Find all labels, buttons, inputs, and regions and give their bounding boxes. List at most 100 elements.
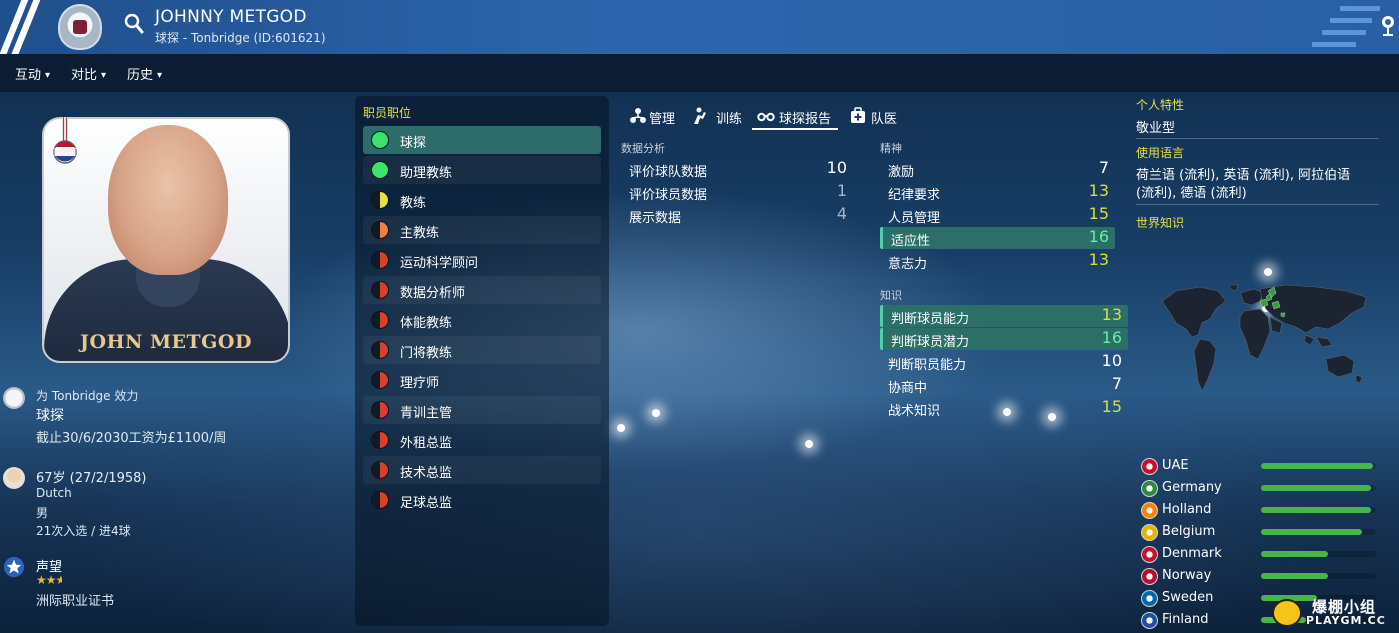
role-item[interactable]: 运动科学顾问 [363, 246, 601, 274]
role-label: 青训主管 [400, 406, 453, 421]
nation-flag-icon [1141, 480, 1158, 497]
attribute-name: 人员管理 [888, 211, 941, 226]
attribute-value: 15 [1088, 204, 1109, 223]
role-item[interactable]: 理疗师 [363, 366, 601, 394]
role-suitability-icon [371, 161, 389, 179]
attribute-row[interactable]: 判断球员能力 13 [880, 305, 1128, 327]
traits-label: 个人特性 [1136, 98, 1185, 112]
title-bar: JOHNNY METGOD 球探 - Tonbridge (ID:601621) [0, 0, 1399, 54]
club-crest-icon[interactable] [58, 4, 102, 50]
role-suitability-icon [371, 191, 389, 209]
role-label: 运动科学顾问 [400, 256, 479, 271]
attribute-name: 评价球队数据 [629, 165, 708, 180]
nation-row[interactable]: Denmark [1138, 544, 1383, 566]
role-item[interactable]: 数据分析师 [363, 276, 601, 304]
nation-flag-icon [1141, 546, 1158, 563]
nation-row[interactable]: UAE [1138, 456, 1383, 478]
role-label: 技术总监 [400, 466, 453, 481]
award-icon[interactable] [1379, 14, 1397, 38]
attribute-name: 判断职员能力 [888, 358, 967, 373]
attribute-row[interactable]: 激励 7 [880, 158, 1115, 180]
role-label: 教练 [400, 196, 427, 211]
role-suitability-icon [371, 401, 389, 419]
watermark-logo [1272, 599, 1302, 627]
languages-line-2: (流利), 德语 (流利) [1136, 186, 1247, 201]
tab-training[interactable]: 训练 [692, 106, 746, 132]
attribute-row[interactable]: 协商中 7 [880, 374, 1128, 396]
knowledge-bar [1261, 507, 1371, 513]
nation-name: Finland [1162, 612, 1209, 627]
attribute-row[interactable]: 适应性 16 [880, 227, 1115, 249]
knowledge-bar [1261, 529, 1362, 535]
attribute-row[interactable]: 意志力 13 [880, 250, 1115, 272]
nation-flag-icon [1141, 458, 1158, 475]
attribute-row[interactable]: 评价球队数据 10 [621, 158, 853, 180]
attribute-row[interactable]: 战术知识 15 [880, 397, 1128, 419]
chevron-down-icon: ▾ [157, 70, 163, 81]
header-decoration [1312, 42, 1356, 47]
role-label: 助理教练 [400, 166, 453, 181]
nation-row[interactable]: Holland [1138, 500, 1383, 522]
attribute-value: 16 [1088, 227, 1109, 246]
manage-icon [630, 108, 646, 123]
star-badge-icon [3, 556, 25, 578]
knowledge-bar-track [1261, 573, 1376, 579]
role-item[interactable]: 门将教练 [363, 336, 601, 364]
attribute-name: 激励 [888, 165, 915, 180]
search-icon[interactable] [123, 12, 145, 36]
attribute-row[interactable]: 判断球员潜力 16 [880, 328, 1128, 350]
tab-management[interactable]: 管理 [630, 106, 680, 132]
tab-scout-report-label: 球探报告 [779, 112, 832, 127]
role-item[interactable]: 足球总监 [363, 486, 601, 514]
attribute-row[interactable]: 人员管理 15 [880, 204, 1115, 226]
attribute-name: 判断球员能力 [891, 312, 970, 327]
nation-row[interactable]: Norway [1138, 566, 1383, 588]
nation-name: Germany [1162, 480, 1222, 495]
menu-compare[interactable]: 对比 ▾ [71, 64, 106, 83]
attribute-name: 展示数据 [629, 211, 682, 226]
role-suitability-icon [371, 251, 389, 269]
role-item[interactable]: 助理教练 [363, 156, 601, 184]
attribute-row[interactable]: 纪律要求 13 [880, 181, 1115, 203]
header-decoration [1322, 30, 1366, 35]
nation-flag-icon [1141, 502, 1158, 519]
tab-medical-label: 队医 [871, 112, 898, 127]
role-suitability-icon [371, 311, 389, 329]
languages-line-1: 荷兰语 (流利), 英语 (流利), 阿拉伯语 [1136, 168, 1351, 183]
nationality: Dutch [36, 486, 72, 500]
person-subtitle: 球探 - Tonbridge (ID:601621) [155, 31, 326, 45]
caps-goals: 21次入选 / 进4球 [36, 524, 131, 538]
role-item[interactable]: 技术总监 [363, 456, 601, 484]
attribute-row[interactable]: 展示数据 4 [621, 204, 853, 226]
role-label: 门将教练 [400, 346, 453, 361]
attribute-row[interactable]: 评价球员数据 1 [621, 181, 853, 203]
menu-history[interactable]: 历史 ▾ [127, 64, 162, 83]
club-line[interactable]: 为 Tonbridge 效力 [36, 387, 138, 404]
world-map[interactable] [1156, 283, 1378, 399]
personal-info: 67岁 (27/2/1958) Dutch 男 21次入选 / 进4球 [0, 465, 340, 545]
role-suitability-icon [371, 221, 389, 239]
nation-row[interactable]: Belgium [1138, 522, 1383, 544]
attribute-name: 战术知识 [888, 404, 941, 419]
nation-flag-icon [1141, 568, 1158, 585]
role-item[interactable]: 体能教练 [363, 306, 601, 334]
knowledge-bar [1261, 551, 1329, 557]
role-item[interactable]: 青训主管 [363, 396, 601, 424]
nation-name: Denmark [1162, 546, 1222, 561]
attribute-value: 1 [836, 181, 847, 200]
header-decoration [1340, 6, 1380, 11]
attribute-row[interactable]: 判断职员能力 10 [880, 351, 1128, 373]
training-icon [694, 107, 706, 124]
role-item[interactable]: 教练 [363, 186, 601, 214]
staff-photo: JOHN METGOD [42, 117, 290, 363]
menu-interact[interactable]: 互动 ▾ [15, 64, 50, 83]
role-item[interactable]: 主教练 [363, 216, 601, 244]
role-item[interactable]: 球探 [363, 126, 601, 154]
attribute-value: 16 [1101, 328, 1122, 347]
role-item[interactable]: 外租总监 [363, 426, 601, 454]
role-label: 主教练 [400, 226, 440, 241]
nation-row[interactable]: Germany [1138, 478, 1383, 500]
tab-medical[interactable]: 队医 [850, 106, 900, 132]
nation-flag-icon [1141, 524, 1158, 541]
role-suitability-icon [371, 371, 389, 389]
